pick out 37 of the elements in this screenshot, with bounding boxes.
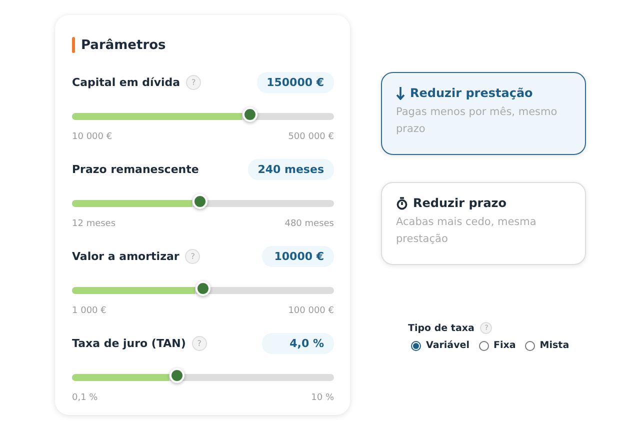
value-field[interactable]: 150000 € [256, 72, 334, 92]
value-field[interactable]: 4,0 % [262, 332, 334, 354]
radio-button[interactable] [411, 340, 421, 350]
max-label: 480 meses [284, 219, 334, 229]
slider-thumb[interactable] [169, 368, 184, 383]
max-label: 10 % [311, 393, 334, 403]
radio-label[interactable]: Mista [540, 340, 570, 351]
slider-label: Valor a amortizar [72, 250, 180, 262]
option-description: Acabas mais cedo, mesma prestação [396, 215, 538, 247]
option-card[interactable]: Reduzir prazo Acabas mais cedo, mesma prestação [381, 182, 586, 265]
radio-button[interactable] [478, 340, 488, 350]
option-title: Reduzir prazo [413, 196, 507, 210]
min-label: 1 000 € [72, 306, 106, 316]
value-field[interactable]: 240 meses [248, 158, 334, 180]
max-label: 100 000 € [288, 306, 334, 316]
card-title: Parâmetros [81, 38, 166, 52]
arrow-down-icon [396, 86, 405, 100]
option-description: Pagas menos por mês, mesmo prazo [396, 105, 558, 137]
slider-label: Prazo remanescente [72, 162, 199, 176]
stopwatch-icon [396, 196, 408, 210]
value-field[interactable]: 10000 € [262, 246, 334, 266]
slider-thumb[interactable] [196, 281, 210, 296]
slider-thumb[interactable] [192, 194, 208, 209]
radio-button[interactable] [524, 340, 535, 350]
max-label: 500 000 € [288, 132, 334, 142]
option-card[interactable]: Reduzir prestação Pagas menos por mês, mesmo prazo [381, 72, 586, 155]
slider-label: Taxa de juro (TAN) [72, 336, 186, 350]
radio-label[interactable]: Fixa [494, 340, 516, 351]
accent-bar [72, 37, 75, 53]
radio-label[interactable]: Variável [426, 340, 470, 351]
min-label: 12 meses [72, 219, 116, 229]
min-label: 0,1 % [72, 393, 98, 403]
field-label: Tipo de taxa [408, 322, 474, 334]
slider-thumb[interactable] [242, 107, 258, 122]
option-title: Reduzir prestação [410, 86, 533, 100]
slider-label: Capital em dívida [72, 76, 180, 88]
min-label: 10 000 € [72, 132, 112, 142]
